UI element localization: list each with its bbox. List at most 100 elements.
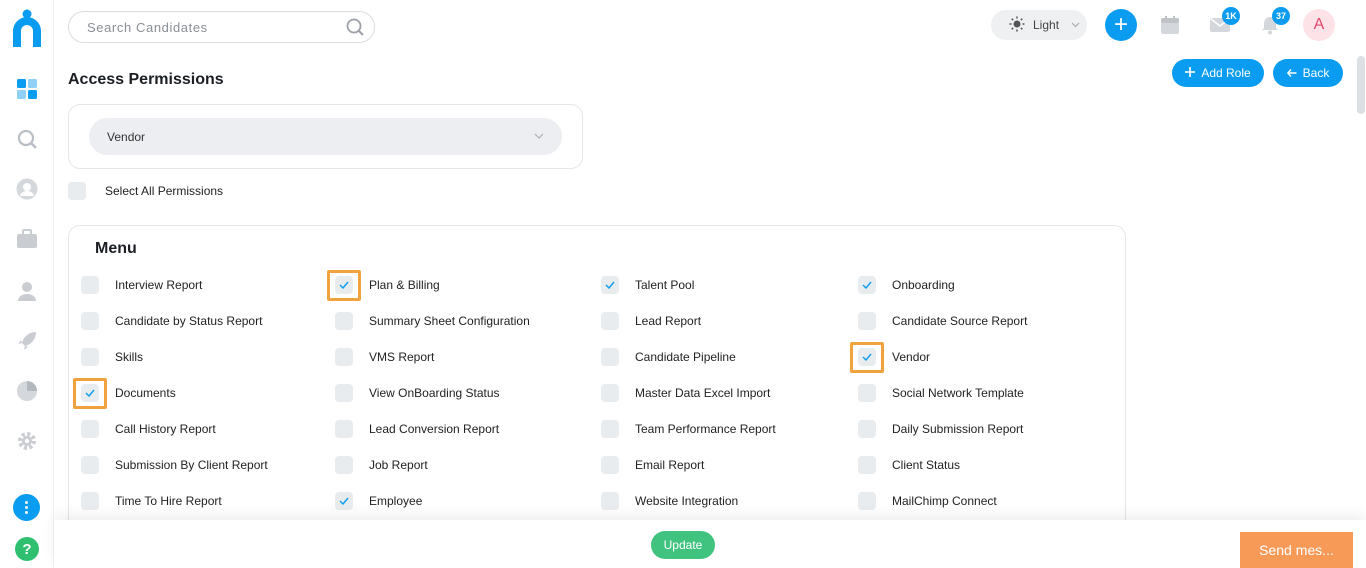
permission-checkbox[interactable] (81, 456, 99, 474)
checkbox-wrapper (81, 348, 99, 366)
permission-label: Skills (115, 350, 144, 364)
search-bar (68, 11, 375, 43)
permission-checkbox[interactable] (335, 420, 353, 438)
permission-item: Talent Pool (601, 275, 694, 295)
permission-checkbox[interactable] (601, 312, 619, 330)
permission-item: Time To Hire Report (81, 491, 222, 511)
permission-label: Talent Pool (635, 278, 695, 292)
select-all-checkbox[interactable] (68, 182, 86, 200)
user-icon[interactable] (16, 178, 38, 200)
send-message-button[interactable]: Send mes... (1240, 532, 1353, 568)
pie-chart-icon[interactable] (16, 380, 38, 402)
checkbox-wrapper (601, 456, 619, 474)
avatar[interactable]: A (1303, 9, 1335, 41)
permission-checkbox[interactable] (601, 420, 619, 438)
permission-checkbox[interactable] (81, 492, 99, 510)
arrow-left-icon (1286, 66, 1297, 80)
permission-checkbox[interactable] (858, 384, 876, 402)
permission-checkbox[interactable] (335, 276, 353, 294)
permission-item: View OnBoarding Status (335, 383, 500, 403)
permission-checkbox[interactable] (335, 456, 353, 474)
highlight-box (850, 341, 884, 373)
checkmark-icon (339, 497, 349, 505)
checkbox-wrapper (335, 492, 353, 510)
page-scrollbar[interactable] (1356, 56, 1366, 114)
theme-toggle[interactable]: Light (991, 10, 1087, 40)
add-role-label: Add Role (1201, 66, 1251, 80)
permission-label: Master Data Excel Import (635, 386, 771, 400)
help-button[interactable]: ? (15, 537, 39, 561)
calendar-icon[interactable] (1159, 14, 1181, 36)
permission-checkbox[interactable] (858, 456, 876, 474)
permission-label: Client Status (892, 458, 961, 472)
permission-checkbox[interactable] (81, 420, 99, 438)
permission-checkbox[interactable] (81, 348, 99, 366)
checkbox-wrapper (858, 276, 876, 294)
permission-label: Website Integration (635, 494, 739, 508)
checkmark-icon (605, 281, 615, 289)
permission-label: Team Performance Report (635, 422, 776, 436)
permission-checkbox[interactable] (858, 420, 876, 438)
permission-checkbox[interactable] (601, 384, 619, 402)
permission-checkbox[interactable] (81, 384, 99, 402)
permission-label: Time To Hire Report (115, 494, 222, 508)
permission-checkbox[interactable] (858, 492, 876, 510)
permission-checkbox[interactable] (81, 276, 99, 294)
role-dropdown[interactable]: Vendor (89, 118, 562, 155)
dashboard-icon[interactable] (16, 78, 38, 100)
briefcase-icon[interactable] (16, 228, 38, 250)
rocket-icon[interactable] (16, 330, 38, 352)
checkbox-wrapper (601, 312, 619, 330)
permission-label: Lead Conversion Report (369, 422, 500, 436)
permission-label: Lead Report (635, 314, 702, 328)
permission-label: Call History Report (115, 422, 216, 436)
search-icon[interactable] (346, 18, 364, 36)
update-button[interactable]: Update (651, 531, 715, 559)
settings-icon[interactable] (16, 430, 38, 452)
sidebar: ? (0, 0, 54, 568)
checkbox-wrapper (858, 420, 876, 438)
permission-checkbox[interactable] (335, 384, 353, 402)
search-input[interactable] (87, 19, 337, 35)
permission-item: Team Performance Report (601, 419, 776, 439)
checkbox-wrapper (81, 492, 99, 510)
permission-label: Social Network Template (892, 386, 1024, 400)
permission-checkbox[interactable] (601, 276, 619, 294)
permission-label: View OnBoarding Status (369, 386, 500, 400)
permission-checkbox[interactable] (81, 312, 99, 330)
permission-item: Candidate by Status Report (81, 311, 262, 331)
checkbox-wrapper (335, 348, 353, 366)
search-icon[interactable] (16, 128, 38, 150)
permission-checkbox[interactable] (858, 276, 876, 294)
quick-add-button[interactable]: + (1105, 9, 1137, 41)
permission-label: Onboarding (892, 278, 955, 292)
permission-label: Candidate by Status Report (115, 314, 263, 328)
permission-checkbox[interactable] (335, 492, 353, 510)
permission-item: Call History Report (81, 419, 216, 439)
more-options-button[interactable] (13, 494, 40, 521)
sun-icon (1009, 16, 1025, 35)
permission-checkbox[interactable] (858, 312, 876, 330)
permission-label: Email Report (635, 458, 705, 472)
back-button[interactable]: Back (1273, 59, 1343, 87)
checkbox-wrapper (601, 348, 619, 366)
add-role-button[interactable]: Add Role (1172, 59, 1264, 87)
permission-checkbox[interactable] (858, 348, 876, 366)
permission-checkbox[interactable] (601, 492, 619, 510)
notification-badge: 37 (1272, 7, 1290, 25)
checkmark-icon (862, 353, 872, 361)
permission-checkbox[interactable] (335, 348, 353, 366)
permission-checkbox[interactable] (601, 348, 619, 366)
permission-checkbox[interactable] (335, 312, 353, 330)
recruiter-icon[interactable] (16, 280, 38, 302)
permission-label: Summary Sheet Configuration (369, 314, 530, 328)
app-logo[interactable] (9, 9, 45, 49)
permission-label: VMS Report (369, 350, 435, 364)
chevron-down-icon (534, 131, 544, 142)
permission-item: MailChimp Connect (858, 491, 997, 511)
permission-checkbox[interactable] (601, 456, 619, 474)
chevron-down-icon (1071, 20, 1080, 31)
permission-item: Daily Submission Report (858, 419, 1023, 439)
permission-label: Vendor (892, 350, 931, 364)
checkmark-icon (339, 281, 349, 289)
